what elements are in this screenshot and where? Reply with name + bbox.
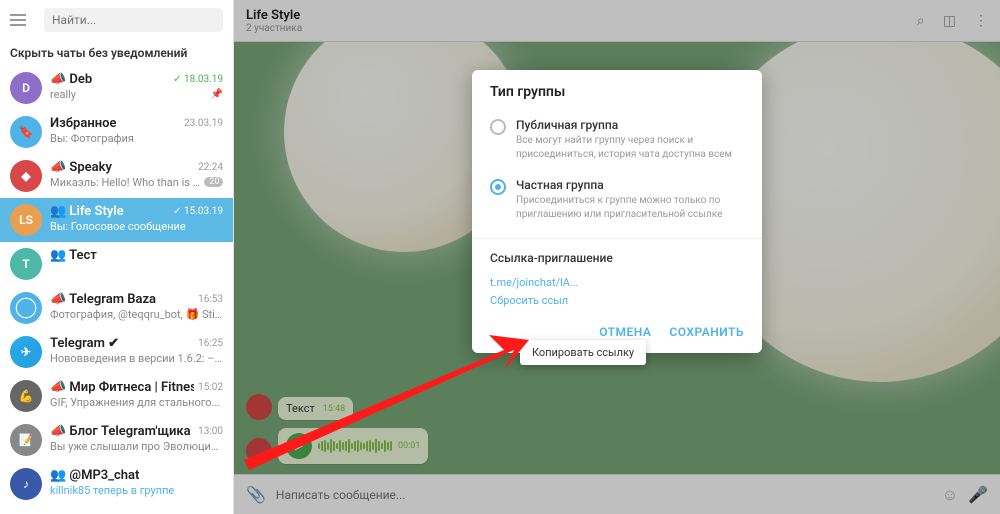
avatar: LS [10,204,42,236]
context-menu-copy-link[interactable]: Копировать ссылку [520,340,646,365]
chat-preview: killnik85 теперь в группе [50,484,223,497]
chat-preview: Вы уже слышали про Эволюцию... [50,440,223,453]
chat-preview: Фотография, @teqqru_bot, 🎁 Sticker... [50,308,223,321]
chat-item[interactable]: ♪ 👥 @MP3_chat killnik85 теперь в группе [0,462,233,506]
avatar: Т [10,248,42,280]
section-title: Скрыть чаты без уведомлений [0,40,233,66]
search-input[interactable] [44,8,223,32]
radio-label: Частная группа [516,178,744,192]
chat-item[interactable]: 📝 📣 Блог Telegram'щика 13:00 Вы уже слыша… [0,418,233,462]
avatar: 📝 [10,424,42,456]
chat-item[interactable]: 📣 Telegram Baza 16:53 Фотография, @teqqru… [0,286,233,330]
chat-item[interactable]: 🔖 Избранное 23.03.19 Вы: Фотография [0,110,233,154]
sidebar: Скрыть чаты без уведомлений D 📣 Deb ✓ 18.… [0,0,234,514]
chat-item[interactable]: D 📣 Deb ✓ 18.03.19 really 📌 [0,66,233,110]
avatar: 💪 [10,380,42,412]
radio-button-selected[interactable] [490,179,506,195]
chat-item[interactable]: 💪 📣 Мир Фитнеса | FitnessRU 15:02 GIF, Уп… [0,374,233,418]
chat-name: 📣 Deb [50,72,92,87]
radio-desc: Все могут найти группу через поиск и при… [516,134,744,162]
chat-preview: GIF, Упражнения для стального... [50,396,223,409]
reset-link[interactable]: Сбросить ссыл [490,294,744,307]
chat-name: 👥 Life Style [50,204,124,219]
chat-time: ✓ 15.03.19 [173,206,223,217]
invite-link[interactable]: t.me/joinchat/lA... [490,276,579,289]
save-button[interactable]: СОХРАНИТЬ [669,325,744,339]
radio-public[interactable]: Публичная группа Все могут найти группу … [490,110,744,170]
chat-item[interactable]: ◆ 📣 Speaky 22:24 Микаэль: Hello! Who than… [0,154,233,198]
chat-name: 📣 Speaky [50,160,112,175]
chat-name: Избранное [50,116,116,131]
modal-title: Тип группы [472,70,762,110]
chat-item[interactable]: Т 👥 Тест [0,242,233,286]
chat-time: 16:25 [198,338,223,349]
invite-link-title: Ссылка-приглашение [490,251,744,265]
chat-time: ✓ 18.03.19 [173,74,223,85]
chat-item[interactable]: ✈ Telegram ✔ 16:25 Нововведения в версии … [0,330,233,374]
radio-label: Публичная группа [516,118,744,132]
radio-button[interactable] [490,119,506,135]
chat-preview: Нововведения в версии 1.6.2: – Вы м... [50,352,223,365]
chat-preview: Вы: Фотография [50,132,223,145]
chat-item-active[interactable]: LS 👥 Life Style ✓ 15.03.19 Вы: Голосовое … [0,198,233,242]
cancel-button[interactable]: ОТМЕНА [599,325,651,339]
radio-desc: Присоединиться к группе можно только по … [516,194,744,222]
pin-icon: 📌 [211,89,223,100]
chat-name: 👥 Тест [50,248,97,263]
chat-time: 15:02 [198,382,223,393]
chat-name: 📣 Мир Фитнеса | FitnessRU [50,380,194,395]
chat-time: 13:00 [198,426,223,437]
chat-preview: Микаэль: Hello! Who than is keen... [50,176,200,189]
chat-time: 22:24 [198,162,223,173]
menu-button[interactable] [10,8,34,32]
chat-name: 📣 Telegram Baza [50,292,156,307]
avatar: 🔖 [10,116,42,148]
chat-preview: really [50,88,76,101]
chat-time: 16:53 [198,294,223,305]
chat-name: 📣 Блог Telegram'щика [50,424,191,439]
modal-overlay[interactable]: Тип группы Публичная группа Все могут на… [234,0,1000,514]
avatar: D [10,72,42,104]
avatar: ◆ [10,160,42,192]
avatar: ♪ [10,468,42,500]
chat-list: D 📣 Deb ✓ 18.03.19 really 📌 🔖 Избранное 23.… [0,66,233,514]
radio-private[interactable]: Частная группа Присоединиться к группе м… [490,170,744,230]
main-chat: Life Style 2 участника ⌕ ◫ ⋮ Текст15:48 … [234,0,1000,514]
chat-name: Telegram ✔ [50,336,119,351]
unread-badge: 20 [204,177,223,187]
avatar [10,292,42,324]
avatar: ✈ [10,336,42,368]
chat-preview: Вы: Голосовое сообщение [50,220,223,233]
chat-time: 23.03.19 [184,118,223,129]
chat-name: 👥 @MP3_chat [50,468,139,483]
group-type-modal: Тип группы Публичная группа Все могут на… [472,70,762,353]
